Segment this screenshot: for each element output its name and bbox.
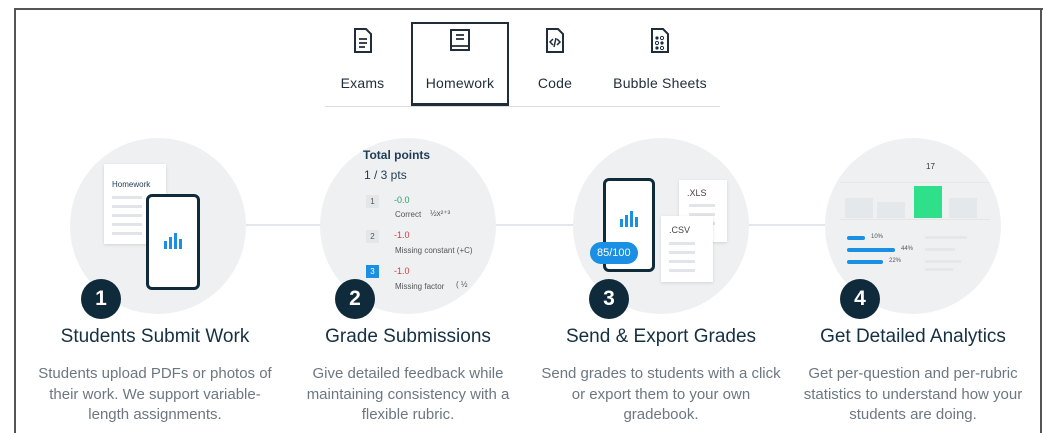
window-frame-top bbox=[14, 8, 1043, 10]
doc-text-lines bbox=[112, 196, 142, 241]
rubric-index: 3 bbox=[366, 265, 379, 278]
histogram-bar bbox=[877, 202, 905, 218]
step-number: 1 bbox=[81, 279, 121, 319]
histogram-bar bbox=[845, 198, 873, 218]
tab-bubble-sheets[interactable]: Bubble Sheets bbox=[605, 22, 715, 106]
step-title: Grade Submissions bbox=[325, 326, 491, 347]
tabs-divider bbox=[325, 106, 720, 107]
window-frame-right bbox=[1040, 8, 1042, 433]
doc-label: Homework bbox=[112, 180, 151, 189]
tab-homework[interactable]: Homework bbox=[411, 22, 509, 106]
step-description: Students upload PDFs or photos of their … bbox=[38, 365, 272, 423]
step-title: Get Detailed Analytics bbox=[820, 326, 1006, 347]
percent-bar bbox=[847, 248, 895, 252]
rubric-text: Missing factor bbox=[395, 282, 445, 291]
step-connector bbox=[246, 224, 328, 226]
analytics-top-value: 17 bbox=[926, 162, 935, 171]
step-description: Give detailed feedback while maintaining… bbox=[306, 365, 510, 423]
tab-exams[interactable]: Exams bbox=[325, 22, 400, 106]
rubric-value: -0.0 bbox=[394, 195, 410, 205]
gridline bbox=[840, 182, 990, 183]
window-frame-left bbox=[14, 8, 16, 433]
histogram-bar-highlight bbox=[914, 186, 942, 218]
percent-bar bbox=[847, 236, 865, 240]
percent-label: 22% bbox=[889, 258, 902, 264]
phone-illustration bbox=[146, 194, 200, 290]
gridline bbox=[840, 219, 990, 220]
percent-label: 10% bbox=[871, 234, 884, 240]
step-connector bbox=[746, 224, 828, 226]
file-lines bbox=[669, 242, 695, 278]
rubric-value: -1.0 bbox=[394, 266, 410, 276]
tab-label: Code bbox=[537, 75, 573, 91]
rubric-value: -1.0 bbox=[394, 230, 410, 240]
rubric-index: 1 bbox=[366, 195, 379, 208]
tab-label: Homework bbox=[425, 75, 495, 91]
bubble-sheet-icon bbox=[651, 28, 669, 53]
file-extension: .XLS bbox=[687, 188, 707, 198]
step-title: Send & Export Grades bbox=[565, 326, 757, 347]
tab-code[interactable]: Code bbox=[525, 22, 585, 106]
stat-line bbox=[925, 268, 953, 271]
rubric-formula: ½x²⁺³ bbox=[430, 209, 451, 218]
file-extension: .CSV bbox=[669, 225, 691, 235]
csv-file: .CSV bbox=[661, 216, 713, 282]
histogram-bar bbox=[949, 198, 977, 218]
product-tabs: Exams Homework Code Bubble Sheets bbox=[325, 22, 720, 108]
stat-line bbox=[925, 248, 955, 251]
rubric-text: Correct bbox=[395, 210, 422, 219]
bar-chart-icon bbox=[164, 233, 182, 249]
score-pill: 85/100 bbox=[590, 242, 638, 264]
step-number: 3 bbox=[589, 279, 629, 319]
total-points-score: 1 / 3 pts bbox=[364, 168, 407, 182]
rubric-index: 2 bbox=[366, 230, 379, 243]
step-description: Get per-question and per-rubric statisti… bbox=[803, 365, 1023, 423]
stat-line bbox=[925, 260, 961, 263]
bar-chart-icon bbox=[620, 211, 638, 227]
exam-document-icon bbox=[353, 28, 372, 53]
percent-bar bbox=[847, 260, 883, 264]
code-file-icon bbox=[546, 28, 564, 53]
step-description: Send grades to students with a click or … bbox=[541, 365, 781, 423]
step-connector bbox=[496, 224, 578, 226]
tab-label: Bubble Sheets bbox=[613, 75, 707, 91]
tab-label: Exams bbox=[340, 75, 385, 91]
step-number: 2 bbox=[335, 279, 375, 319]
step-title: Students Submit Work bbox=[60, 326, 250, 347]
rubric-formula: ( ½ bbox=[456, 280, 468, 289]
rubric-text: Missing constant (+C) bbox=[395, 246, 473, 255]
step-number: 4 bbox=[840, 279, 880, 319]
stat-line bbox=[925, 236, 967, 239]
percent-label: 44% bbox=[901, 246, 914, 252]
total-points-heading: Total points bbox=[363, 148, 431, 162]
homework-book-icon bbox=[450, 29, 470, 51]
